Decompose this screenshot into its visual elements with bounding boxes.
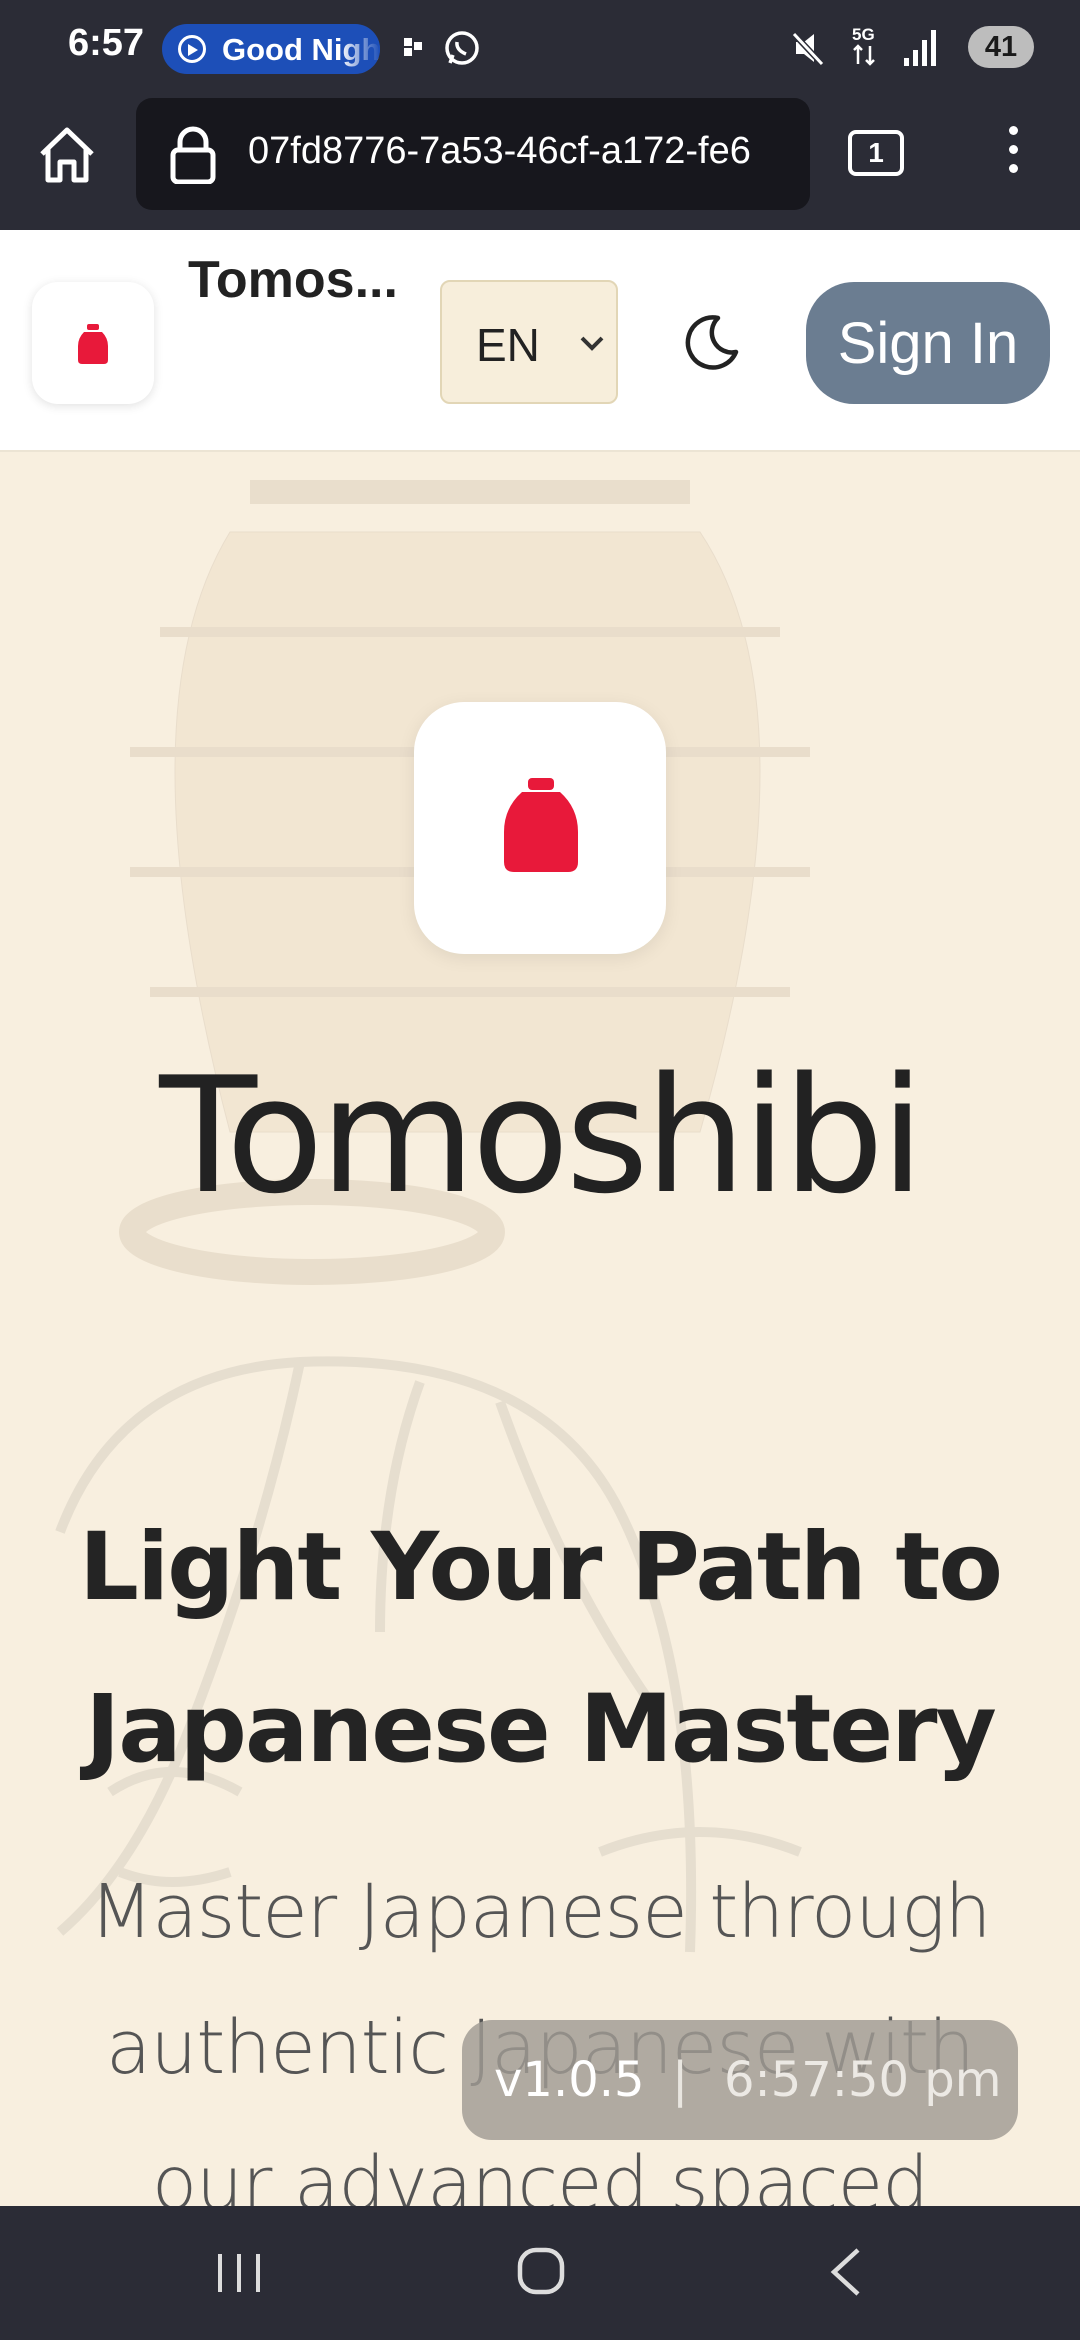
recent-apps-icon [218,2254,260,2292]
lantern-icon [504,778,578,872]
menu-dot [1008,126,1018,135]
system-navigation-bar [0,2206,1080,2340]
lock-icon [170,126,216,184]
status-bar: 6:57 Good Night 5G 41 [0,0,1080,96]
hero-logo-tile [414,702,666,954]
toast-separator: | [672,2052,689,2108]
hero-section: Tomoshibi Light Your Path to Japanese Ma… [0,452,1080,2206]
home-icon [40,127,94,183]
version-toast: v1.0.5 | 6:57:50 pm [462,2020,1018,2140]
browser-menu-button[interactable] [996,126,1030,182]
system-status-icons: 5G 41 [780,20,1080,76]
menu-dot [1008,145,1018,154]
svg-text:5G: 5G [852,25,875,44]
back-chevron-icon [830,2248,860,2296]
recent-apps-button[interactable] [214,2250,264,2296]
address-bar[interactable]: 07fd8776-7a53-46cf-a172-fe6 [136,98,810,210]
sign-in-button[interactable]: Sign In [806,282,1050,404]
battery-indicator: 41 [968,26,1034,68]
browser-home-button[interactable] [36,124,98,186]
status-time: 6:57 [68,22,145,64]
home-button[interactable] [516,2246,566,2296]
brand-name[interactable]: Tomos... [188,250,398,310]
hero-tagline: Light Your Path to Japanese Mastery [79,1513,1003,1784]
tab-switcher-button[interactable]: 1 [848,130,904,176]
dots-app-icon [404,38,422,56]
version-label: v1.0.5 [494,2052,645,2108]
5g-signal-icon: 5G [852,25,875,66]
url-text: 07fd8776-7a53-46cf-a172-fe6 [248,130,751,172]
play-circle-icon [178,35,206,63]
hero-title: Tomoshibi [159,1042,924,1229]
cell-signal-icon [904,30,936,66]
language-select[interactable]: EN [440,280,618,404]
chevron-down-icon [580,336,604,351]
theme-toggle-button[interactable] [682,314,740,372]
home-circle-icon [517,2247,565,2295]
mute-icon [789,29,825,67]
menu-dot [1008,164,1018,173]
moon-icon [685,315,739,370]
toast-time: 6:57:50 pm [724,2052,1002,2108]
back-button[interactable] [822,2246,868,2298]
browser-toolbar: 07fd8776-7a53-46cf-a172-fe6 1 [0,96,1080,230]
media-notification-pill[interactable]: Good Night [162,24,380,74]
language-value: EN [476,319,540,371]
site-logo[interactable] [32,282,154,404]
site-header: Tomos... EN Sign In [0,230,1080,452]
lantern-icon [78,324,108,364]
notification-icons [404,28,484,72]
whatsapp-icon [445,31,479,65]
